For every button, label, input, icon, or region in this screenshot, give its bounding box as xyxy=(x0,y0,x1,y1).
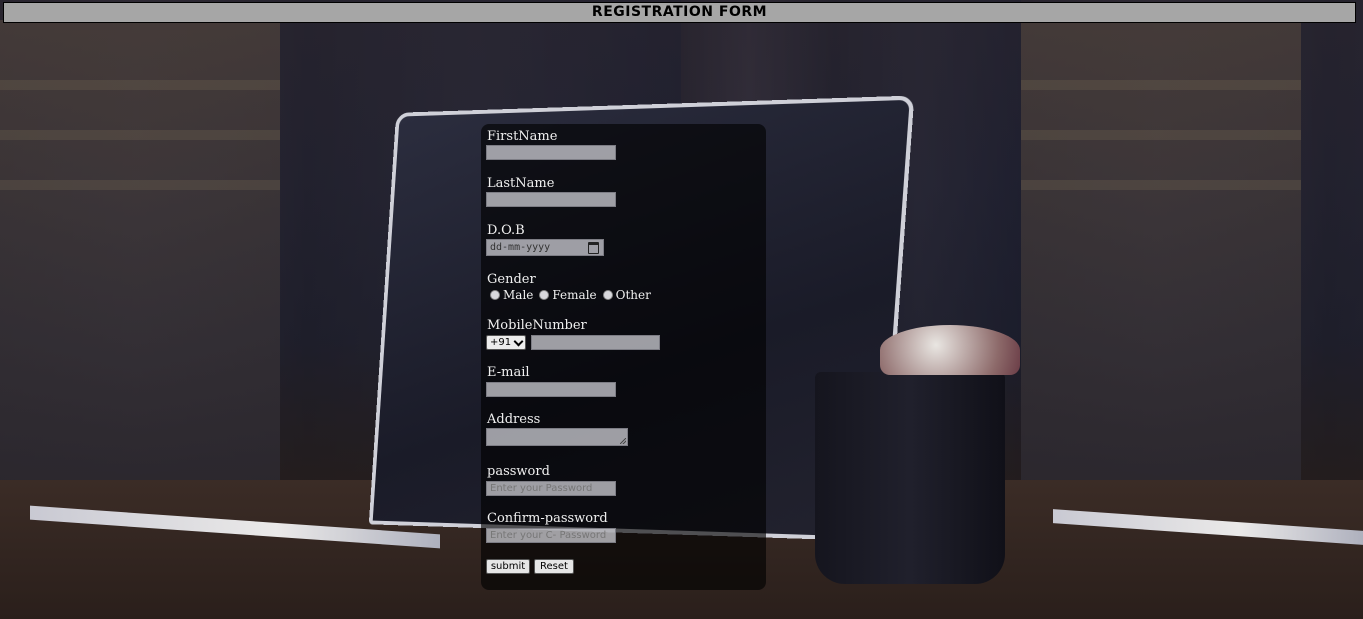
confirm-password-input[interactable]: Enter your C- Password xyxy=(486,528,616,543)
gender-radio-female[interactable] xyxy=(539,290,550,300)
password-input[interactable]: Enter your Password xyxy=(486,481,616,496)
mug-photo xyxy=(815,372,1005,584)
gender-label-other: Other xyxy=(615,288,651,302)
country-code-select[interactable]: +91 xyxy=(486,335,526,350)
last-name-label: LastName xyxy=(487,176,555,191)
address-textarea[interactable] xyxy=(486,428,628,446)
password-placeholder: Enter your Password xyxy=(490,483,593,494)
mobile-label: MobileNumber xyxy=(487,318,587,333)
country-code-value: +91 xyxy=(490,337,512,348)
dob-date-input[interactable]: dd-mm-yyyy xyxy=(486,239,604,256)
last-name-input[interactable] xyxy=(486,192,616,207)
calendar-icon[interactable] xyxy=(588,241,599,254)
first-name-label: FirstName xyxy=(487,129,558,144)
page-title: REGISTRATION FORM xyxy=(3,2,1356,23)
gender-label-female: Female xyxy=(552,288,597,302)
registration-form: FirstName LastName D.O.B dd-mm-yyyy Gend… xyxy=(481,124,766,590)
confirm-password-placeholder: Enter your C- Password xyxy=(490,530,607,541)
gender-radio-group: Male Female Other xyxy=(489,288,656,302)
submit-button[interactable]: submit xyxy=(486,559,530,574)
resize-handle-icon[interactable] xyxy=(620,438,626,444)
first-name-input[interactable] xyxy=(486,145,616,160)
password-label: password xyxy=(487,464,550,479)
email-input[interactable] xyxy=(486,382,616,397)
gender-label-male: Male xyxy=(503,288,534,302)
gender-radio-other[interactable] xyxy=(602,290,613,300)
dob-placeholder: dd-mm-yyyy xyxy=(490,242,551,253)
address-label: Address xyxy=(487,412,541,427)
chevron-down-icon xyxy=(513,336,524,347)
email-label: E-mail xyxy=(487,365,530,380)
gender-radio-male[interactable] xyxy=(490,290,500,300)
mobile-number-input[interactable] xyxy=(531,335,660,350)
background-tile xyxy=(1021,0,1363,619)
dob-label: D.O.B xyxy=(487,223,525,238)
confirm-password-label: Confirm-password xyxy=(487,511,608,526)
gender-label: Gender xyxy=(487,272,536,287)
reset-button[interactable]: Reset xyxy=(534,559,574,574)
